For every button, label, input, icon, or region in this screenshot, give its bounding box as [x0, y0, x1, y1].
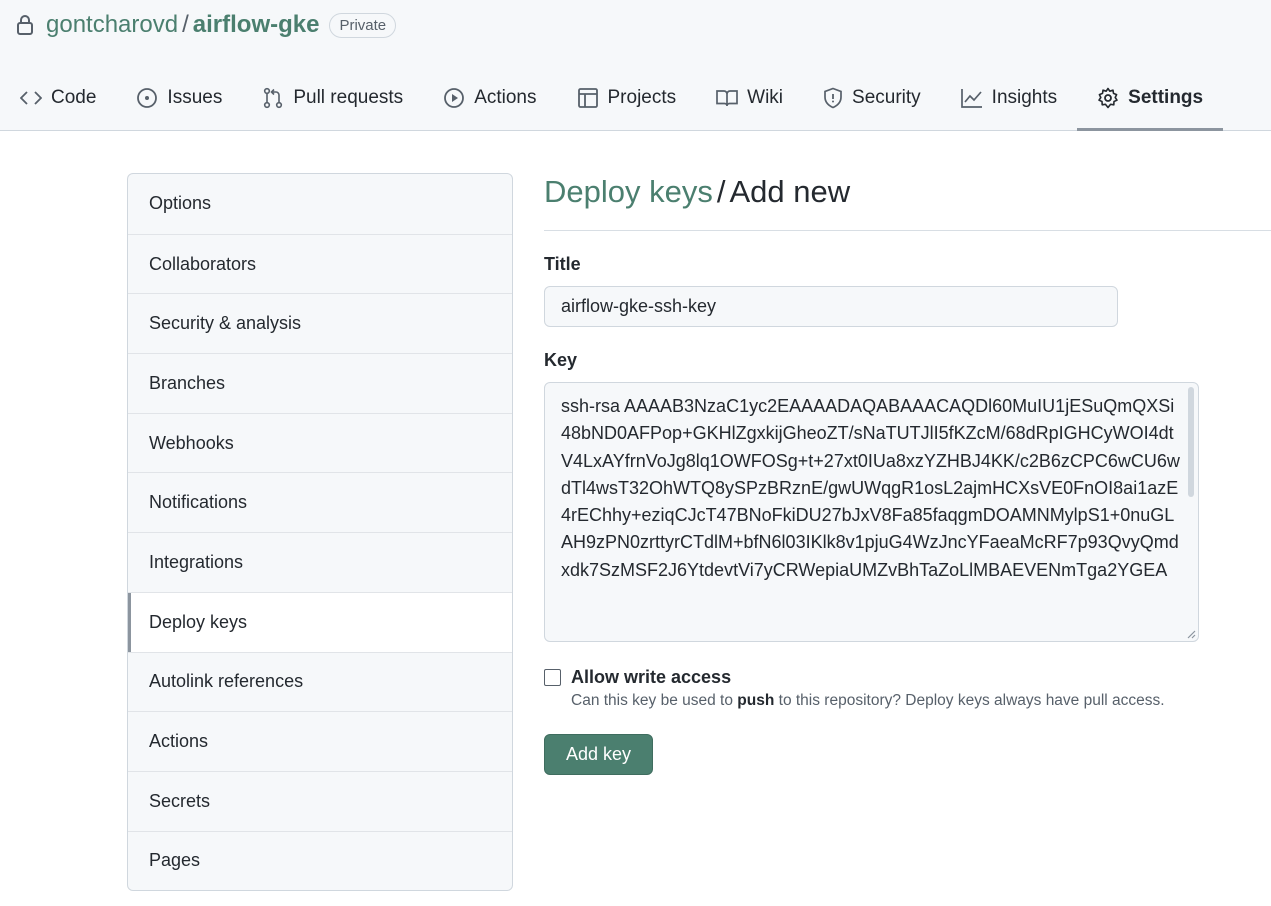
tab-insights-label: Insights: [991, 87, 1058, 108]
write-access-note: Can this key be used to push to this rep…: [571, 692, 1165, 710]
key-textarea[interactable]: ssh-rsa AAAAB3NzaC1yc2EAAAADAQABAAACAQDl…: [544, 382, 1199, 642]
tab-actions-label: Actions: [474, 87, 537, 108]
write-access-note-after: to this repository? Deploy keys always h…: [774, 692, 1165, 709]
sidebar-item-label: Branches: [149, 372, 226, 393]
sidebar-item-actions[interactable]: Actions: [128, 711, 512, 771]
table-icon: [577, 88, 598, 108]
write-access-text: Allow write access Can this key be used …: [571, 664, 1165, 710]
sidebar-item-integrations[interactable]: Integrations: [128, 532, 512, 592]
sidebar-item-notifications[interactable]: Notifications: [128, 472, 512, 532]
sidebar-item-label: Autolink references: [149, 671, 304, 692]
tab-security-label: Security: [852, 87, 921, 108]
issue-opened-icon: [137, 88, 158, 108]
git-pull-request-icon: [264, 87, 283, 109]
visibility-badge: Private: [329, 12, 397, 38]
sidebar-item-label: Deploy keys: [149, 611, 248, 632]
page-title-text: Add new: [729, 174, 851, 209]
tab-settings[interactable]: Settings: [1077, 68, 1224, 131]
key-textarea-value: ssh-rsa AAAAB3NzaC1yc2EAAAADAQABAAACAQDl…: [561, 396, 1180, 580]
write-access-note-before: Can this key be used to: [571, 692, 738, 709]
sidebar-item-webhooks[interactable]: Webhooks: [128, 412, 512, 473]
sidebar-item-label: Pages: [149, 850, 201, 871]
sidebar-item-security-analysis[interactable]: Security & analysis: [128, 293, 512, 353]
repo-tabs: Code Issues Pull requests Actions Projec…: [0, 68, 1224, 131]
breadcrumb-separator: /: [716, 174, 726, 209]
tab-code[interactable]: Code: [0, 68, 116, 128]
title-label: Title: [544, 254, 581, 274]
sidebar-item-secrets[interactable]: Secrets: [128, 770, 512, 831]
sidebar-item-collaborators[interactable]: Collaborators: [128, 233, 512, 294]
main-content: Deploy keys / Add new Title airflow-gke-ss…: [544, 170, 1271, 775]
tab-issues-label: Issues: [167, 87, 223, 108]
tab-projects-label: Projects: [607, 87, 677, 108]
lock-icon: [16, 12, 38, 38]
play-icon: [444, 88, 465, 108]
sidebar-item-deploy-keys[interactable]: Deploy keys: [128, 591, 512, 652]
gear-icon: [1098, 87, 1118, 109]
tab-code-label: Code: [51, 87, 97, 108]
tab-wiki[interactable]: Wiki: [696, 68, 803, 128]
tab-issues[interactable]: Issues: [116, 68, 242, 128]
sidebar-item-label: Collaborators: [149, 253, 257, 274]
sidebar-item-label: Notifications: [149, 492, 248, 513]
sidebar-item-label: Actions: [149, 731, 209, 752]
sidebar-item-label: Secrets: [149, 790, 211, 811]
key-label: Key: [544, 350, 578, 370]
tab-wiki-label: Wiki: [747, 87, 784, 108]
tab-settings-label: Settings: [1128, 87, 1204, 108]
graph-icon: [960, 89, 982, 108]
write-access-label: Allow write access: [571, 667, 732, 687]
sidebar-item-label: Integrations: [149, 551, 244, 572]
shield-icon: [824, 87, 842, 109]
textarea-scrollbar[interactable]: [1188, 387, 1194, 497]
sidebar-item-options[interactable]: Options: [128, 174, 512, 234]
sidebar-item-label: Security & analysis: [149, 313, 302, 334]
write-access-note-bold: push: [737, 692, 775, 709]
repo-title: gontcharovd / airflow-gke Private: [16, 10, 397, 40]
settings-sidebar: Options Collaborators Security & analysi…: [127, 173, 513, 892]
write-access-checkbox[interactable]: [544, 669, 561, 686]
breadcrumb-deploy-keys[interactable]: Deploy keys: [544, 174, 713, 209]
resize-grip-icon[interactable]: [1186, 629, 1196, 639]
repo-name-link[interactable]: airflow-gke: [193, 11, 320, 39]
sidebar-item-branches[interactable]: Branches: [128, 353, 512, 413]
add-key-button[interactable]: Add key: [544, 734, 653, 775]
tab-actions[interactable]: Actions: [423, 68, 556, 128]
book-icon: [716, 90, 738, 107]
sidebar-item-label: Options: [149, 193, 212, 214]
page-title: Deploy keys / Add new: [544, 170, 1271, 231]
tab-projects[interactable]: Projects: [557, 68, 697, 128]
code-icon: [20, 91, 42, 105]
write-access-row: Allow write access Can this key be used …: [544, 664, 1271, 710]
tab-insights[interactable]: Insights: [941, 68, 1077, 128]
repo-owner-link[interactable]: gontcharovd: [46, 11, 178, 39]
tab-pull-requests[interactable]: Pull requests: [242, 68, 423, 128]
title-input[interactable]: airflow-gke-ssh-key: [544, 286, 1118, 327]
repo-separator: /: [182, 11, 189, 38]
sidebar-item-pages[interactable]: Pages: [128, 830, 512, 891]
tab-security[interactable]: Security: [803, 68, 941, 128]
tab-pull-requests-label: Pull requests: [293, 87, 404, 108]
sidebar-item-autolink-references[interactable]: Autolink references: [128, 651, 512, 712]
repo-header: gontcharovd / airflow-gke Private Code I…: [0, 0, 1271, 131]
sidebar-item-label: Webhooks: [149, 432, 234, 453]
